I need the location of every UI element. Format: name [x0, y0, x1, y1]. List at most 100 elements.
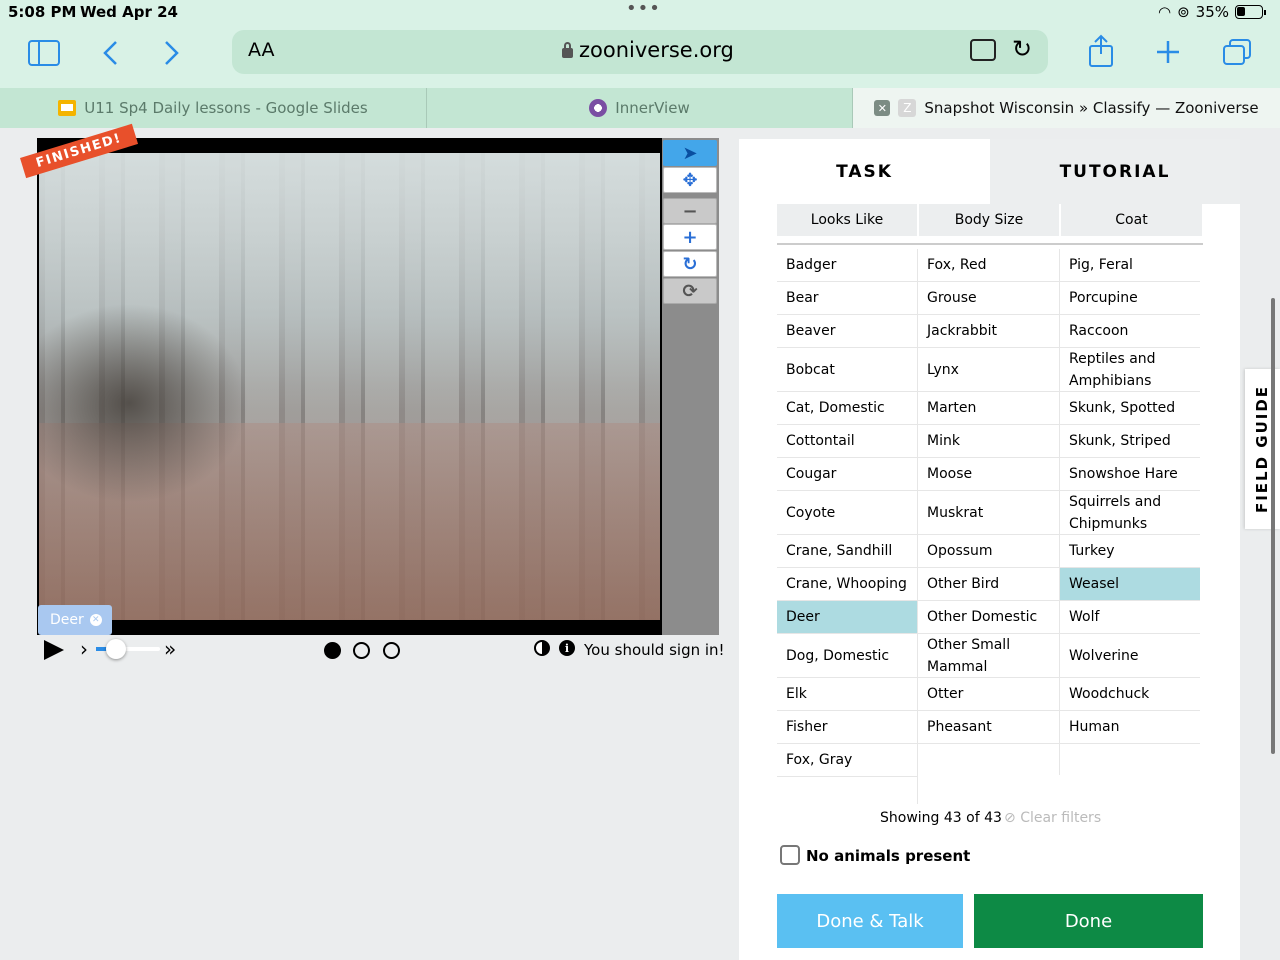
pan-tool-icon[interactable]: ✥	[663, 167, 717, 193]
info-icon[interactable]: i	[559, 640, 575, 656]
battery-percent: 35%	[1195, 3, 1230, 21]
species-option[interactable]: Moose	[918, 458, 1059, 491]
tab-zooniverse[interactable]: ✕ Z Snapshot Wisconsin » Classify — Zoon…	[853, 88, 1280, 128]
tab-tutorial[interactable]: TUTORIAL	[990, 139, 1240, 204]
scrollbar[interactable]	[1271, 298, 1275, 754]
species-option[interactable]: Snowshoe Hare	[1060, 458, 1200, 491]
new-tab-icon[interactable]	[1156, 40, 1180, 64]
status-bar: 5:08 PM Wed Apr 24 ••• ◠ ⊚ 35%	[0, 0, 1280, 26]
species-option[interactable]: Other Domestic	[918, 601, 1059, 634]
forward-icon[interactable]	[164, 40, 180, 66]
status-right: ◠ ⊚ 35%	[1158, 3, 1267, 21]
no-animals-checkbox[interactable]	[780, 845, 800, 865]
camera-trap-photo[interactable]	[39, 153, 660, 620]
column-divider	[917, 249, 918, 804]
reader-settings-button[interactable]: AA	[248, 39, 275, 61]
species-option[interactable]: Badger	[777, 249, 917, 282]
species-option[interactable]: Jackrabbit	[918, 315, 1059, 348]
url-display[interactable]: zooniverse.org	[562, 38, 734, 62]
filter-coat[interactable]: Coat	[1061, 204, 1202, 236]
species-option[interactable]: Dog, Domestic	[777, 634, 917, 678]
species-option[interactable]: Bear	[777, 282, 917, 315]
species-option[interactable]: Elk	[777, 678, 917, 711]
filter-body-size[interactable]: Body Size	[919, 204, 1059, 236]
browser-toolbar: AA zooniverse.org ↻	[0, 26, 1280, 88]
zoom-out-icon[interactable]: −	[663, 198, 717, 224]
extensions-icon[interactable]	[970, 39, 996, 61]
innerview-icon	[589, 99, 608, 117]
clear-icon: ⊘	[1004, 810, 1021, 826]
pointer-tool-icon[interactable]: ➤	[663, 140, 717, 166]
close-tab-icon[interactable]: ✕	[874, 100, 891, 116]
species-option[interactable]: Human	[1060, 711, 1200, 744]
tab-task[interactable]: TASK	[739, 139, 990, 204]
species-option[interactable]: Raccoon	[1060, 315, 1200, 348]
tab-overview-icon[interactable]	[1222, 38, 1252, 66]
species-option[interactable]: Wolf	[1060, 601, 1200, 634]
back-icon[interactable]	[102, 40, 118, 66]
frame-dot-1[interactable]	[324, 642, 341, 659]
selected-species-chip[interactable]: Deer ✕	[38, 605, 112, 635]
species-option[interactable]: Otter	[918, 678, 1059, 711]
species-option[interactable]: Porcupine	[1060, 282, 1200, 315]
species-option[interactable]: Fox, Gray	[777, 744, 917, 777]
filter-divider	[777, 243, 1203, 245]
multitask-dots-icon[interactable]: •••	[626, 0, 661, 19]
species-option[interactable]: Other Small Mammal	[918, 634, 1059, 678]
species-option[interactable]: Other Bird	[918, 568, 1059, 601]
species-option[interactable]: Crane, Sandhill	[777, 535, 917, 568]
species-option[interactable]: Crane, Whooping	[777, 568, 917, 601]
species-option[interactable]: Lynx	[918, 348, 1059, 392]
tab-google-slides[interactable]: U11 Sp4 Daily lessons - Google Slides	[0, 88, 427, 128]
done-and-talk-button[interactable]: Done & Talk	[777, 894, 963, 948]
reload-icon[interactable]: ↻	[1012, 35, 1032, 63]
frame-dot-2[interactable]	[353, 642, 370, 659]
species-option[interactable]: Reptiles and Amphibians	[1060, 348, 1200, 392]
species-option[interactable]: Fisher	[777, 711, 917, 744]
species-option[interactable]: Wolverine	[1060, 634, 1200, 678]
contrast-icon[interactable]	[534, 640, 550, 656]
species-option[interactable]: Pig, Feral	[1060, 249, 1200, 282]
reset-icon[interactable]: ⟳	[663, 278, 717, 304]
clear-filters-button[interactable]: ⊘ Clear filters	[1004, 810, 1101, 826]
species-option[interactable]: Opossum	[918, 535, 1059, 568]
done-button[interactable]: Done	[974, 894, 1203, 948]
species-option[interactable]: Marten	[918, 392, 1059, 425]
species-option[interactable]: Pheasant	[918, 711, 1059, 744]
zoom-in-icon[interactable]: +	[663, 224, 717, 250]
species-option[interactable]: Beaver	[777, 315, 917, 348]
tab-label: InnerView	[615, 99, 690, 117]
fast-forward-icon[interactable]: »	[164, 637, 176, 661]
species-option[interactable]: Deer	[777, 601, 917, 634]
play-icon[interactable]	[44, 640, 64, 660]
species-option[interactable]: Cottontail	[777, 425, 917, 458]
share-icon[interactable]	[1088, 34, 1114, 68]
frame-dot-3[interactable]	[383, 642, 400, 659]
species-option[interactable]: Weasel	[1060, 568, 1200, 601]
address-bar[interactable]: AA zooniverse.org ↻	[232, 30, 1048, 74]
species-option[interactable]: Coyote	[777, 491, 917, 535]
tab-innerview[interactable]: InnerView	[427, 88, 853, 128]
species-option[interactable]: Skunk, Spotted	[1060, 392, 1200, 425]
species-option[interactable]: Bobcat	[777, 348, 917, 392]
species-option[interactable]: Muskrat	[918, 491, 1059, 535]
species-option[interactable]: Fox, Red	[918, 249, 1059, 282]
species-option[interactable]: Cat, Domestic	[777, 392, 917, 425]
rotate-icon[interactable]: ↻	[663, 251, 717, 277]
slider-knob[interactable]	[106, 639, 126, 659]
no-animals-label[interactable]: No animals present	[806, 847, 970, 865]
species-option[interactable]: Woodchuck	[1060, 678, 1200, 711]
species-option[interactable]: Grouse	[918, 282, 1059, 315]
species-option[interactable]: Turkey	[1060, 535, 1200, 568]
remove-chip-icon[interactable]: ✕	[89, 614, 102, 626]
step-forward-icon[interactable]: ›	[80, 637, 88, 661]
species-option[interactable]: Cougar	[777, 458, 917, 491]
species-option[interactable]: Mink	[918, 425, 1059, 458]
species-option[interactable]: Skunk, Striped	[1060, 425, 1200, 458]
species-option[interactable]: Squirrels and Chipmunks	[1060, 491, 1200, 535]
playback-slider[interactable]	[96, 639, 160, 659]
sign-in-prompt[interactable]: You should sign in!	[584, 641, 725, 659]
sidebar-icon[interactable]	[28, 40, 60, 66]
filter-looks-like[interactable]: Looks Like	[777, 204, 917, 236]
column-divider	[1059, 249, 1060, 775]
